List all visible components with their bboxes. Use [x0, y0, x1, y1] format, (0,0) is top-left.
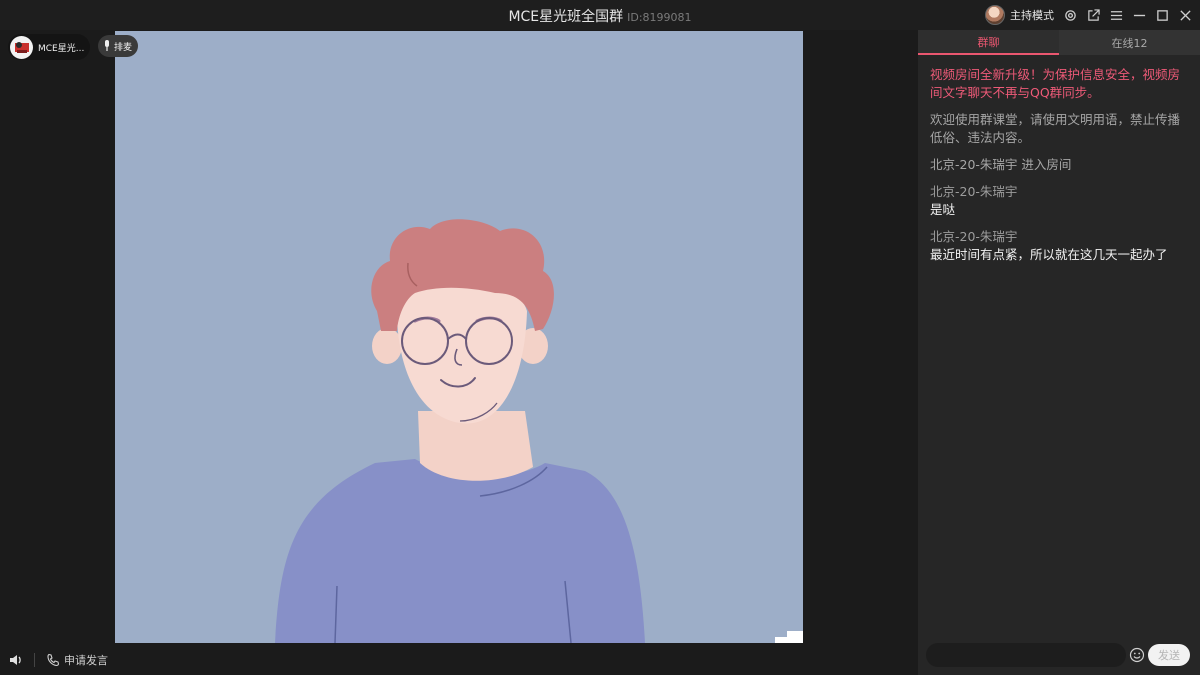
message-sender: 北京-20-朱瑞宇: [930, 184, 1018, 199]
room-chip-label: MCE星光...: [38, 43, 85, 54]
video-area: MCE星光... 排麦: [0, 30, 918, 645]
menu-icon[interactable]: [1109, 8, 1123, 22]
bottom-toolbar: 申请发言: [0, 645, 918, 675]
mic-queue-button[interactable]: 排麦: [98, 35, 138, 57]
phone-icon: [47, 653, 60, 667]
system-message: 欢迎使用群课堂，请使用文明用语，禁止传播低俗、违法内容。: [930, 112, 1181, 145]
toolbar-divider: [34, 653, 35, 667]
title-bar: MCE星光班全国群 ID:8199081 主持模式: [0, 0, 1200, 30]
room-chip[interactable]: MCE星光...: [8, 34, 90, 60]
chat-message: 北京-20-朱瑞宇 最近时间有点紧，所以就在这几天一起办了: [930, 228, 1190, 264]
tab-group-chat[interactable]: 群聊: [918, 30, 1059, 55]
message-text: 最近时间有点紧，所以就在这几天一起办了: [930, 247, 1168, 262]
mic-icon: [105, 40, 109, 51]
maximize-icon[interactable]: [1155, 8, 1169, 22]
mic-queue-label: 排麦: [114, 42, 133, 53]
host-avatar[interactable]: [985, 5, 1005, 25]
room-id: ID:8199081: [627, 11, 692, 24]
apply-speak-label: 申请发言: [64, 654, 108, 667]
host-mode-button[interactable]: 主持模式: [1010, 7, 1054, 23]
room-avatar: [10, 35, 33, 59]
room-title: MCE星光班全国群: [508, 9, 624, 25]
speaker-volume-icon[interactable]: [8, 652, 24, 668]
speaker-illustration: [275, 219, 803, 643]
chat-message: 北京-20-朱瑞宇 是哒: [930, 183, 1190, 219]
video-feed[interactable]: [115, 31, 803, 643]
gear-icon[interactable]: [1063, 8, 1077, 22]
message-sender: 北京-20-朱瑞宇: [930, 229, 1018, 244]
message-text: 是哒: [930, 202, 956, 217]
close-icon[interactable]: [1178, 8, 1192, 22]
upgrade-notice: 视频房间全新升级！为保护信息安全，视频房间文字聊天不再与QQ群同步。: [930, 67, 1181, 100]
chat-input[interactable]: [926, 643, 1126, 667]
chat-panel: 群聊 在线12 视频房间全新升级！为保护信息安全，视频房间文字聊天不再与QQ群同…: [918, 30, 1200, 675]
tab-online[interactable]: 在线12: [1059, 30, 1200, 55]
minimize-icon[interactable]: [1132, 8, 1146, 22]
message-list: 视频房间全新升级！为保护信息安全，视频房间文字聊天不再与QQ群同步。 欢迎使用群…: [930, 66, 1190, 273]
send-button[interactable]: 发送: [1148, 644, 1190, 666]
enter-room-message: 北京-20-朱瑞宇 进入房间: [930, 157, 1072, 172]
chat-tabs: 群聊 在线12: [918, 30, 1200, 55]
share-icon[interactable]: [1086, 8, 1100, 22]
emoji-icon[interactable]: [1129, 647, 1145, 663]
chat-input-row: 发送: [926, 643, 1192, 667]
window-controls: 主持模式: [985, 4, 1192, 26]
apply-speak-button[interactable]: 申请发言: [46, 651, 108, 669]
